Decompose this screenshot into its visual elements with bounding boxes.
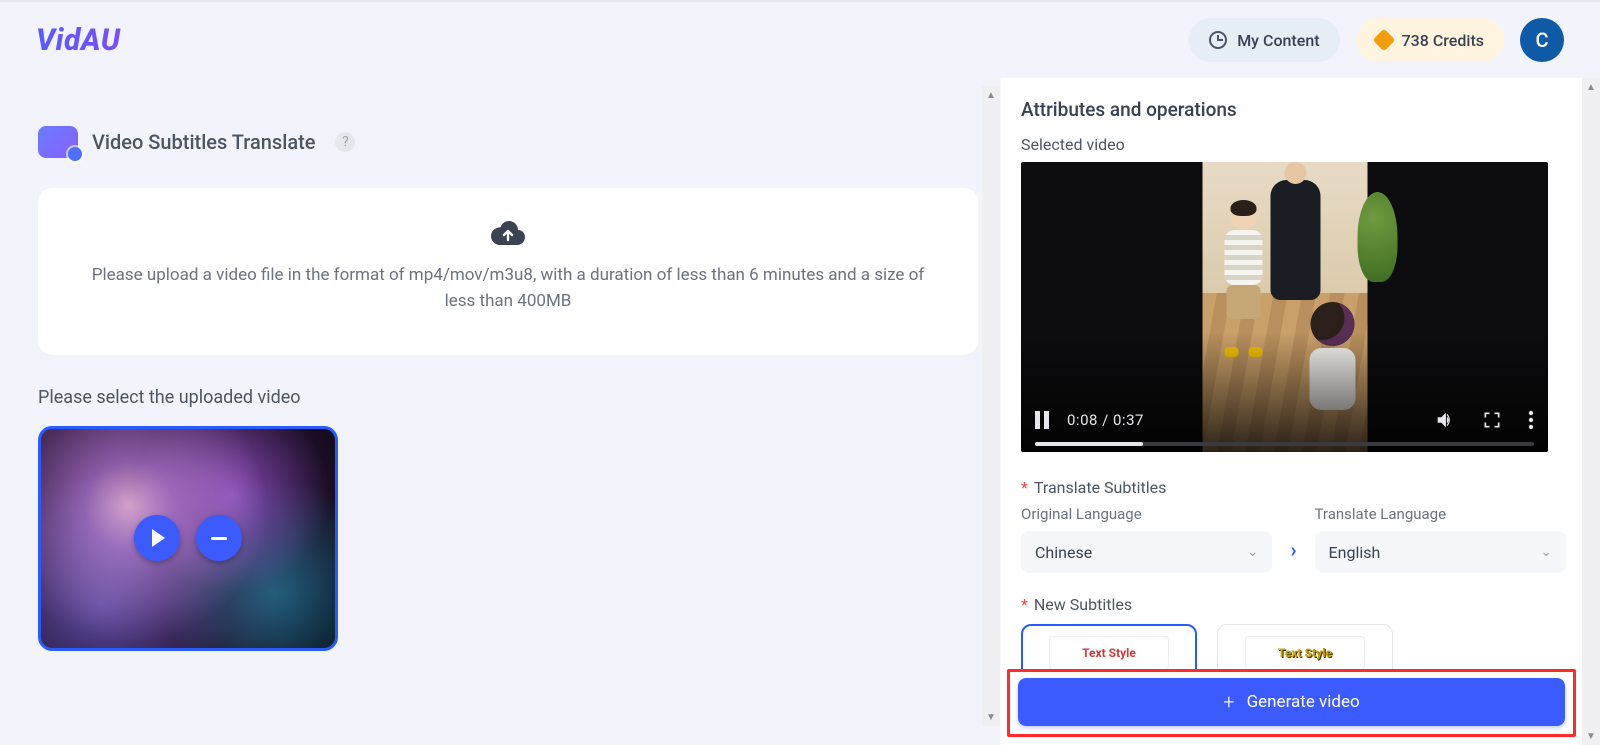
volume-icon[interactable]: [1434, 409, 1456, 431]
left-scrollbar[interactable]: ▲ ▼: [982, 86, 1000, 726]
more-icon[interactable]: [1528, 410, 1534, 430]
logo: VidAU: [36, 23, 121, 58]
diamond-icon: [1372, 29, 1395, 52]
scroll-down-icon[interactable]: ▼: [982, 708, 1000, 726]
upload-dropzone[interactable]: Please upload a video file in the format…: [38, 188, 978, 355]
right-panel: Attributes and operations Selected video…: [1000, 78, 1600, 745]
video-thumbnail[interactable]: [38, 426, 338, 651]
scroll-up-icon[interactable]: ▲: [1582, 78, 1600, 96]
arrow-right-icon: ›: [1290, 516, 1296, 562]
help-icon[interactable]: ?: [335, 132, 355, 152]
video-time: 0:08 / 0:37: [1067, 411, 1144, 429]
video-player[interactable]: 0:08 / 0:37: [1021, 162, 1548, 452]
generate-video-button[interactable]: + Generate video: [1018, 678, 1565, 726]
plus-icon: +: [1223, 692, 1234, 712]
translate-section-label: *Translate Subtitles: [1021, 478, 1566, 497]
pause-button[interactable]: [1035, 411, 1049, 429]
avatar[interactable]: C: [1520, 18, 1564, 62]
page-title: Video Subtitles Translate: [92, 130, 315, 154]
left-panel: Video Subtitles Translate ? Please uploa…: [0, 78, 1000, 745]
translate-language-label: Translate Language: [1315, 505, 1566, 523]
translate-language-select[interactable]: English ⌄: [1315, 531, 1566, 573]
video-progress[interactable]: [1035, 442, 1534, 446]
scroll-up-icon[interactable]: ▲: [982, 86, 1000, 104]
clock-icon: [1209, 31, 1227, 49]
thumbnail-remove-button[interactable]: [196, 515, 242, 561]
right-scrollbar[interactable]: ▲ ▼: [1582, 78, 1600, 745]
original-language-select[interactable]: Chinese ⌄: [1021, 531, 1272, 573]
app-header: VidAU My Content 738 Credits C: [0, 0, 1600, 78]
upload-instructions: Please upload a video file in the format…: [78, 262, 938, 315]
thumbnail-play-button[interactable]: [134, 515, 180, 561]
original-language-label: Original Language: [1021, 505, 1272, 523]
my-content-button[interactable]: My Content: [1189, 18, 1339, 62]
credits-label: 738 Credits: [1402, 31, 1484, 50]
generate-highlight: + Generate video: [1007, 669, 1576, 737]
chevron-down-icon: ⌄: [1540, 544, 1552, 560]
my-content-label: My Content: [1237, 31, 1319, 50]
scroll-down-icon[interactable]: ▼: [1582, 727, 1600, 745]
play-icon: [152, 529, 165, 547]
select-uploaded-label: Please select the uploaded video: [38, 387, 1000, 408]
minus-icon: [211, 537, 227, 540]
cloud-upload-icon: [490, 218, 526, 248]
new-subtitles-label: *New Subtitles: [1021, 595, 1566, 614]
selected-video-label: Selected video: [1021, 135, 1566, 154]
credits-button[interactable]: 738 Credits: [1356, 18, 1504, 62]
feature-icon: [38, 126, 78, 158]
fullscreen-icon[interactable]: [1482, 410, 1502, 430]
chevron-down-icon: ⌄: [1247, 544, 1259, 560]
attributes-title: Attributes and operations: [1021, 98, 1566, 121]
